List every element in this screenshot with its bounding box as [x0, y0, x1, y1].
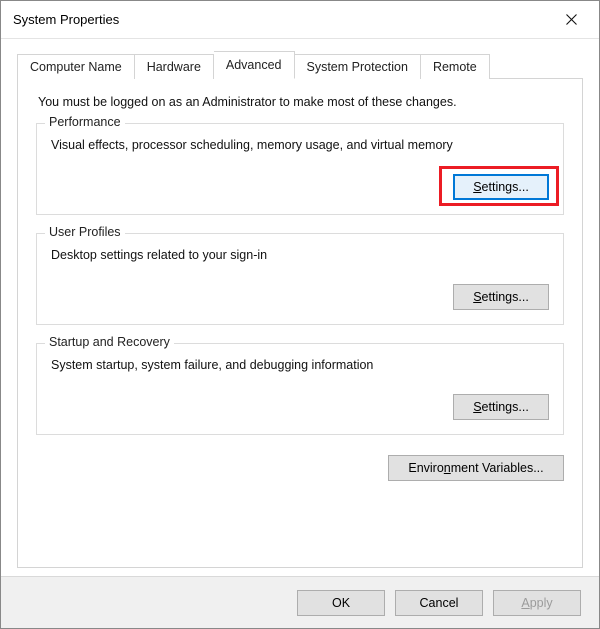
admin-notice: You must be logged on as an Administrato… [38, 95, 564, 109]
ok-button[interactable]: OK [297, 590, 385, 616]
performance-desc: Visual effects, processor scheduling, me… [51, 138, 549, 152]
cancel-button[interactable]: Cancel [395, 590, 483, 616]
titlebar: System Properties [1, 1, 599, 39]
client-area: Computer Name Hardware Advanced System P… [1, 39, 599, 576]
tab-hardware[interactable]: Hardware [135, 54, 214, 79]
apply-button[interactable]: Apply [493, 590, 581, 616]
tab-advanced[interactable]: Advanced [214, 51, 295, 79]
user-profiles-settings-button[interactable]: Settings... [453, 284, 549, 310]
system-properties-window: System Properties Computer Name Hardware… [0, 0, 600, 629]
dialog-buttons: OK Cancel Apply [1, 576, 599, 628]
user-profiles-group: User Profiles Desktop settings related t… [36, 233, 564, 325]
tab-system-protection[interactable]: System Protection [295, 54, 421, 79]
performance-group: Performance Visual effects, processor sc… [36, 123, 564, 215]
window-title: System Properties [13, 12, 549, 27]
close-icon [566, 14, 577, 25]
advanced-tabpage: You must be logged on as an Administrato… [17, 79, 583, 568]
startup-recovery-desc: System startup, system failure, and debu… [51, 358, 549, 372]
close-button[interactable] [549, 5, 593, 35]
tabstrip: Computer Name Hardware Advanced System P… [17, 51, 583, 79]
environment-variables-button[interactable]: Environment Variables... [388, 455, 564, 481]
user-profiles-legend: User Profiles [45, 225, 125, 239]
startup-recovery-legend: Startup and Recovery [45, 335, 174, 349]
startup-recovery-settings-button[interactable]: Settings... [453, 394, 549, 420]
performance-legend: Performance [45, 115, 125, 129]
tab-computer-name[interactable]: Computer Name [17, 54, 135, 79]
startup-recovery-group: Startup and Recovery System startup, sys… [36, 343, 564, 435]
env-vars-row: Environment Variables... [36, 455, 564, 481]
annotation-highlight [439, 166, 559, 206]
tab-remote[interactable]: Remote [421, 54, 490, 79]
user-profiles-desc: Desktop settings related to your sign-in [51, 248, 549, 262]
